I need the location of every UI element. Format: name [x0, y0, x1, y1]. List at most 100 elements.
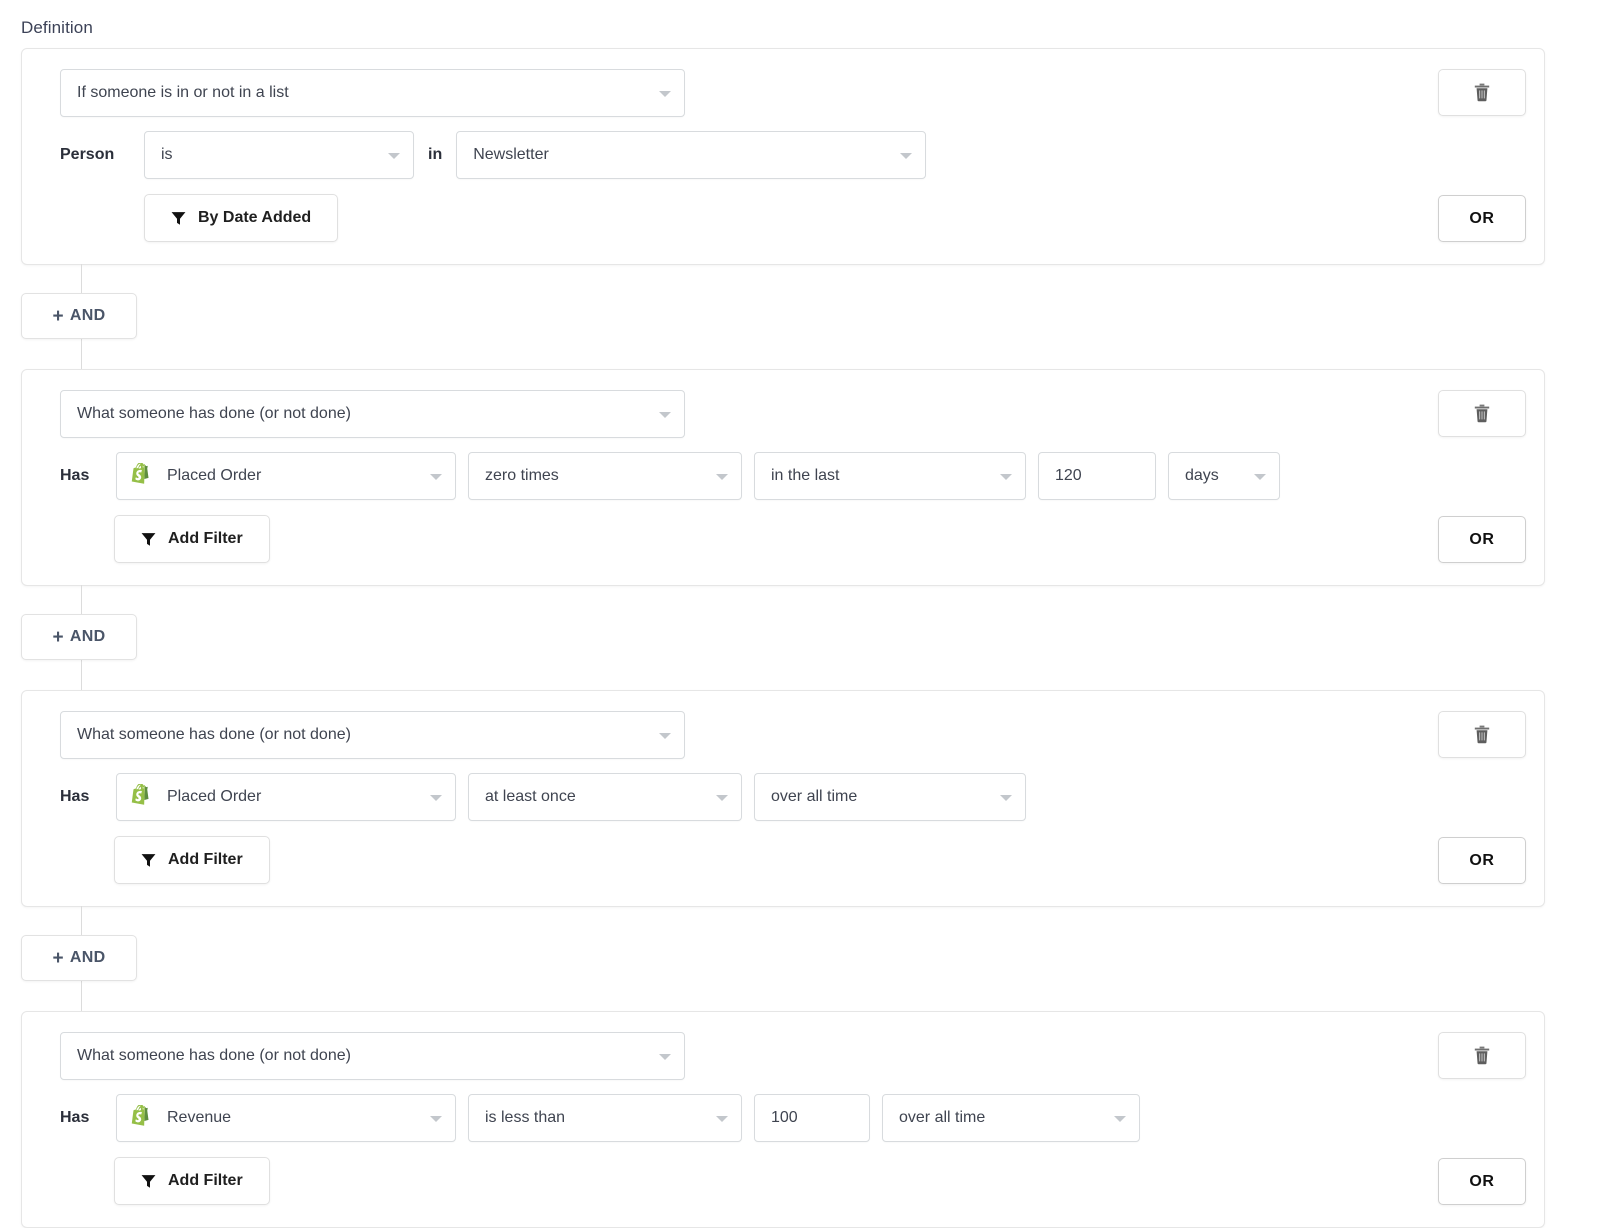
or-button-1[interactable]: OR — [1438, 195, 1526, 242]
timeframe-select-4[interactable]: over all time — [882, 1094, 1140, 1142]
condition-block-2: What someone has done (or not done) Has … — [21, 369, 1545, 586]
metric-value-4: Revenue — [167, 1109, 231, 1127]
block-2-type-row: What someone has done (or not done) — [60, 390, 1526, 438]
condition-type-select-2[interactable]: What someone has done (or not done) — [60, 390, 685, 438]
chevron-down-icon — [1000, 795, 1012, 801]
timeframe-unit-select-2[interactable]: days — [1168, 452, 1280, 500]
chevron-down-icon — [716, 795, 728, 801]
condition-type-select-3[interactable]: What someone has done (or not done) — [60, 711, 685, 759]
add-and-button-1[interactable]: + AND — [21, 293, 137, 339]
filter-funnel-icon — [141, 532, 156, 547]
metric-select-3[interactable]: Placed Order — [116, 773, 456, 821]
chevron-down-icon — [659, 1054, 671, 1060]
add-filter-label-2: Add Filter — [168, 530, 243, 548]
delete-block-1-button[interactable] — [1438, 69, 1526, 116]
delete-block-4-button[interactable] — [1438, 1032, 1526, 1079]
block-1-filter-row: By Date Added — [60, 194, 1526, 242]
add-filter-button-3[interactable]: Add Filter — [114, 836, 270, 884]
block-3-type-row: What someone has done (or not done) — [60, 711, 1526, 759]
page-title: Definition — [0, 0, 1600, 48]
or-button-2[interactable]: OR — [1438, 516, 1526, 563]
operator-select-4[interactable]: is less than — [468, 1094, 742, 1142]
plus-icon: + — [53, 628, 64, 647]
metric-value-3: Placed Order — [167, 788, 261, 806]
has-label-2: Has — [60, 467, 104, 485]
timeframe-select-3[interactable]: over all time — [754, 773, 1026, 821]
timeframe-select-2[interactable]: in the last — [754, 452, 1026, 500]
has-label-3: Has — [60, 788, 104, 806]
delete-block-2-button[interactable] — [1438, 390, 1526, 437]
shopify-bag-icon — [131, 784, 155, 810]
condition-type-select-4[interactable]: What someone has done (or not done) — [60, 1032, 685, 1080]
block-4-detail-row: Has Revenue is less than 100 over all ti… — [60, 1094, 1526, 1142]
condition-type-value-1: If someone is in or not in a list — [77, 84, 289, 102]
shopify-bag-icon — [131, 1105, 155, 1131]
chevron-down-icon — [900, 153, 912, 159]
chevron-down-icon — [430, 1116, 442, 1122]
revenue-amount-input[interactable]: 100 — [754, 1094, 870, 1142]
chevron-down-icon — [716, 474, 728, 480]
condition-type-value-4: What someone has done (or not done) — [77, 1047, 351, 1065]
person-condition-select[interactable]: is — [144, 131, 414, 179]
add-and-label-1: AND — [70, 307, 106, 325]
block-2-detail-row: Has Placed Order zero times in the last … — [60, 452, 1526, 500]
filter-funnel-icon — [171, 211, 186, 226]
metric-select-2[interactable]: Placed Order — [116, 452, 456, 500]
trash-icon — [1474, 725, 1490, 744]
by-date-added-button[interactable]: By Date Added — [144, 194, 338, 242]
timeframe-unit-value-2: days — [1185, 467, 1219, 485]
chevron-down-icon — [1254, 474, 1266, 480]
person-label: Person — [60, 146, 132, 164]
chevron-down-icon — [659, 412, 671, 418]
person-condition-value: is — [161, 146, 173, 164]
block-1-type-row: If someone is in or not in a list — [60, 69, 1526, 117]
timeframe-number-value-2: 120 — [1055, 467, 1082, 485]
block-1-detail-row: Person is in Newsletter — [60, 131, 1526, 179]
add-filter-label-4: Add Filter — [168, 1172, 243, 1190]
add-filter-label-3: Add Filter — [168, 851, 243, 869]
add-filter-button-2[interactable]: Add Filter — [114, 515, 270, 563]
add-and-label-2: AND — [70, 628, 106, 646]
definition-builder: Definition If someone is in or not in a … — [0, 0, 1600, 1228]
trash-icon — [1474, 404, 1490, 423]
in-label: in — [426, 146, 444, 164]
or-button-3[interactable]: OR — [1438, 837, 1526, 884]
connector-2: + AND — [21, 586, 1600, 690]
block-4-type-row: What someone has done (or not done) — [60, 1032, 1526, 1080]
trash-icon — [1474, 83, 1490, 102]
condition-type-value-3: What someone has done (or not done) — [77, 726, 351, 744]
plus-icon: + — [53, 307, 64, 326]
has-label-4: Has — [60, 1109, 104, 1127]
chevron-down-icon — [1000, 474, 1012, 480]
connector-3: + AND — [21, 907, 1600, 1011]
filter-funnel-icon — [141, 853, 156, 868]
operator-value-4: is less than — [485, 1109, 565, 1127]
condition-block-4: What someone has done (or not done) Has … — [21, 1011, 1545, 1228]
timeframe-number-input-2[interactable]: 120 — [1038, 452, 1156, 500]
delete-block-3-button[interactable] — [1438, 711, 1526, 758]
chevron-down-icon — [659, 733, 671, 739]
metric-value-2: Placed Order — [167, 467, 261, 485]
chevron-down-icon — [659, 91, 671, 97]
chevron-down-icon — [430, 474, 442, 480]
operator-value-3: at least once — [485, 788, 576, 806]
plus-icon: + — [53, 949, 64, 968]
block-2-filter-row: Add Filter — [60, 515, 1526, 563]
block-3-detail-row: Has Placed Order at least once over all … — [60, 773, 1526, 821]
condition-type-value-2: What someone has done (or not done) — [77, 405, 351, 423]
by-date-added-label: By Date Added — [198, 209, 311, 227]
block-3-filter-row: Add Filter — [60, 836, 1526, 884]
chevron-down-icon — [430, 795, 442, 801]
condition-block-1: If someone is in or not in a list Person… — [21, 48, 1545, 265]
operator-select-3[interactable]: at least once — [468, 773, 742, 821]
add-and-button-3[interactable]: + AND — [21, 935, 137, 981]
operator-select-2[interactable]: zero times — [468, 452, 742, 500]
condition-block-3: What someone has done (or not done) Has … — [21, 690, 1545, 907]
metric-select-4[interactable]: Revenue — [116, 1094, 456, 1142]
filter-funnel-icon — [141, 1174, 156, 1189]
condition-type-select-1[interactable]: If someone is in or not in a list — [60, 69, 685, 117]
list-select-value: Newsletter — [473, 146, 549, 164]
chevron-down-icon — [388, 153, 400, 159]
list-select[interactable]: Newsletter — [456, 131, 926, 179]
add-and-button-2[interactable]: + AND — [21, 614, 137, 660]
